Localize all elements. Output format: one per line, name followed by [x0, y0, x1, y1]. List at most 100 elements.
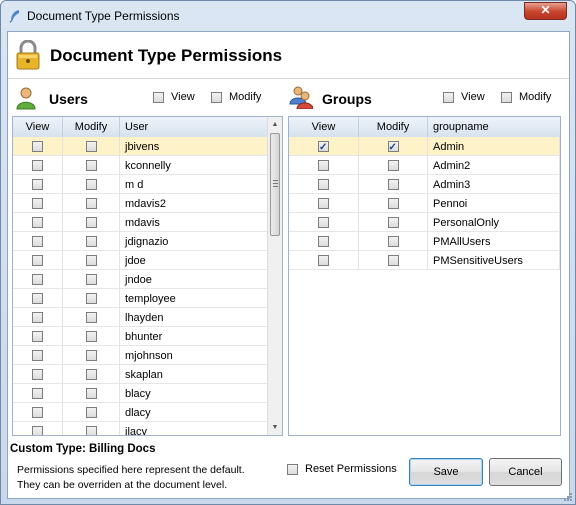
groups-col-modify[interactable]: Modify: [359, 117, 428, 137]
groups-col-groupname[interactable]: groupname: [428, 117, 560, 137]
user-modify-checkbox[interactable]: [85, 274, 97, 285]
user-row[interactable]: skaplan: [13, 365, 269, 384]
user-name-cell[interactable]: lhayden: [120, 308, 269, 327]
user-row[interactable]: mjohnson: [13, 346, 269, 365]
group-name-cell[interactable]: PersonalOnly: [428, 213, 560, 232]
users-col-modify[interactable]: Modify: [63, 117, 120, 137]
scroll-down-arrow-icon[interactable]: ▼: [268, 420, 282, 435]
user-modify-checkbox[interactable]: [85, 255, 97, 266]
cancel-button[interactable]: Cancel: [489, 458, 562, 486]
user-name-cell[interactable]: jlacy: [120, 422, 269, 435]
users-view-all-checkbox[interactable]: View: [153, 91, 195, 103]
reset-permissions-box[interactable]: [287, 463, 298, 475]
group-row[interactable]: Admin: [289, 137, 560, 157]
user-view-checkbox[interactable]: [32, 141, 43, 152]
group-row[interactable]: Pennoi: [289, 194, 560, 213]
user-name-cell[interactable]: jdoe: [120, 251, 269, 270]
user-view-checkbox[interactable]: [32, 217, 43, 228]
user-modify-checkbox[interactable]: [85, 407, 97, 418]
user-modify-checkbox[interactable]: [85, 312, 97, 323]
close-button[interactable]: ✕: [524, 2, 567, 20]
user-view-checkbox[interactable]: [32, 369, 43, 380]
user-view-checkbox[interactable]: [32, 293, 43, 304]
user-row[interactable]: dlacy: [13, 403, 269, 422]
group-modify-checkbox[interactable]: [387, 255, 399, 266]
user-modify-checkbox[interactable]: [85, 236, 97, 247]
group-name-cell[interactable]: Admin2: [428, 156, 560, 175]
user-modify-checkbox[interactable]: [85, 141, 97, 152]
user-modify-checkbox[interactable]: [85, 179, 97, 190]
group-row[interactable]: PMSensitiveUsers: [289, 251, 560, 270]
user-view-checkbox[interactable]: [32, 160, 43, 171]
user-row[interactable]: jdoe: [13, 251, 269, 270]
group-view-checkbox[interactable]: [318, 198, 329, 209]
users-scroll-thumb[interactable]: [270, 133, 280, 236]
user-modify-checkbox[interactable]: [85, 350, 97, 361]
user-modify-checkbox[interactable]: [85, 293, 97, 304]
user-modify-checkbox[interactable]: [85, 426, 97, 435]
user-modify-checkbox[interactable]: [85, 388, 97, 399]
group-modify-checkbox[interactable]: [387, 236, 399, 247]
user-modify-checkbox[interactable]: [85, 331, 97, 342]
user-name-cell[interactable]: mjohnson: [120, 346, 269, 365]
user-name-cell[interactable]: temployee: [120, 289, 269, 308]
user-row[interactable]: m d: [13, 175, 269, 194]
group-view-checkbox[interactable]: [318, 179, 329, 190]
user-name-cell[interactable]: blacy: [120, 384, 269, 403]
groups-col-view[interactable]: View: [289, 117, 359, 137]
users-col-view[interactable]: View: [13, 117, 63, 137]
users-modify-all-box[interactable]: [211, 91, 222, 103]
resize-grip-icon[interactable]: [563, 492, 573, 502]
user-name-cell[interactable]: bhunter: [120, 327, 269, 346]
user-view-checkbox[interactable]: [32, 255, 43, 266]
user-view-checkbox[interactable]: [32, 350, 43, 361]
reset-permissions-checkbox[interactable]: Reset Permissions: [287, 463, 397, 475]
user-name-cell[interactable]: dlacy: [120, 403, 269, 422]
user-name-cell[interactable]: jndoe: [120, 270, 269, 289]
user-row[interactable]: bhunter: [13, 327, 269, 346]
user-name-cell[interactable]: kconnelly: [120, 156, 269, 175]
user-name-cell[interactable]: mdavis: [120, 213, 269, 232]
user-row[interactable]: temployee: [13, 289, 269, 308]
group-view-checkbox[interactable]: [318, 217, 329, 228]
user-row[interactable]: kconnelly: [13, 156, 269, 175]
users-modify-all-checkbox[interactable]: Modify: [211, 91, 261, 103]
user-view-checkbox[interactable]: [32, 198, 43, 209]
user-view-checkbox[interactable]: [32, 179, 43, 190]
user-row[interactable]: jbivens: [13, 137, 269, 156]
user-view-checkbox[interactable]: [32, 274, 43, 285]
group-row[interactable]: Admin2: [289, 156, 560, 175]
title-bar[interactable]: Document Type Permissions ✕: [1, 1, 575, 31]
users-scrollbar[interactable]: ▲ ▼: [267, 117, 282, 435]
user-row[interactable]: lhayden: [13, 308, 269, 327]
user-modify-checkbox[interactable]: [85, 160, 97, 171]
user-name-cell[interactable]: skaplan: [120, 365, 269, 384]
user-view-checkbox[interactable]: [32, 426, 43, 435]
user-view-checkbox[interactable]: [32, 331, 43, 342]
scroll-up-arrow-icon[interactable]: ▲: [268, 117, 282, 132]
groups-view-all-checkbox[interactable]: View: [443, 91, 485, 103]
users-view-all-box[interactable]: [153, 91, 164, 103]
user-row[interactable]: jlacy: [13, 422, 269, 435]
group-modify-checkbox[interactable]: [387, 139, 399, 157]
group-view-checkbox[interactable]: [318, 236, 329, 247]
group-row[interactable]: PersonalOnly: [289, 213, 560, 232]
user-modify-checkbox[interactable]: [85, 369, 97, 380]
user-view-checkbox[interactable]: [32, 388, 43, 399]
save-button[interactable]: Save: [409, 458, 483, 486]
user-name-cell[interactable]: jbivens: [120, 137, 269, 156]
group-view-checkbox[interactable]: [318, 255, 329, 266]
group-name-cell[interactable]: Admin3: [428, 175, 560, 194]
group-name-cell[interactable]: Pennoi: [428, 194, 560, 213]
user-modify-checkbox[interactable]: [85, 217, 97, 228]
user-name-cell[interactable]: mdavis2: [120, 194, 269, 213]
group-name-cell[interactable]: PMAllUsers: [428, 232, 560, 251]
user-name-cell[interactable]: m d: [120, 175, 269, 194]
group-name-cell[interactable]: PMSensitiveUsers: [428, 251, 560, 270]
group-view-checkbox[interactable]: [318, 160, 329, 171]
group-row[interactable]: Admin3: [289, 175, 560, 194]
group-modify-checkbox[interactable]: [387, 217, 399, 228]
group-modify-checkbox[interactable]: [387, 179, 399, 190]
user-view-checkbox[interactable]: [32, 312, 43, 323]
group-name-cell[interactable]: Admin: [428, 137, 560, 156]
